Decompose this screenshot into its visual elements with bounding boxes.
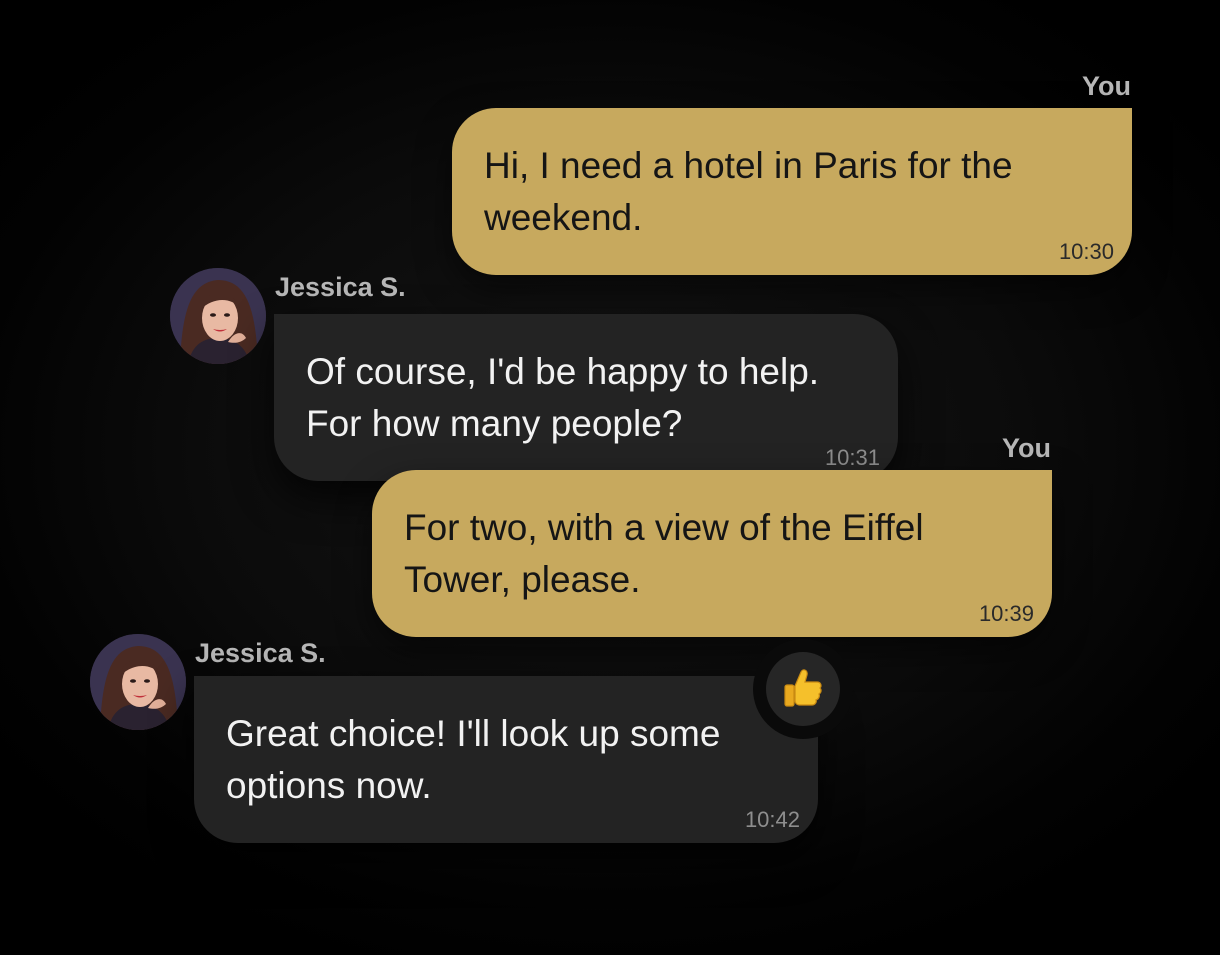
message-timestamp: 10:31 <box>824 445 880 470</box>
message-text: Hi, I need a hotel in Paris for the week… <box>484 145 1013 238</box>
message-sender-label: Jessica S. <box>275 272 406 302</box>
outgoing-message-bubble[interactable]: Hi, I need a hotel in Paris for the week… <box>452 108 1132 275</box>
message-sender-label: You <box>1082 71 1131 101</box>
reaction-badge <box>766 652 840 726</box>
incoming-message-bubble[interactable]: Of course, I'd be happy to help. For how… <box>274 314 898 481</box>
thumbs-up-icon <box>784 669 822 707</box>
message-text: Of course, I'd be happy to help. For how… <box>306 351 820 444</box>
chat-conversation: You Hi, I need a hotel in Paris for the … <box>0 0 1220 955</box>
message-sender-label: Jessica S. <box>195 638 326 668</box>
avatar-photo <box>90 634 186 730</box>
outgoing-message-bubble[interactable]: For two, with a view of the Eiffel Tower… <box>372 470 1052 637</box>
message-sender-label: You <box>1002 433 1051 463</box>
message-timestamp: 10:42 <box>744 807 800 832</box>
contact-avatar[interactable] <box>90 634 186 730</box>
message-text: For two, with a view of the Eiffel Tower… <box>404 507 924 600</box>
message-text: Great choice! I'll look up some options … <box>226 713 721 806</box>
message-timestamp: 10:30 <box>1058 239 1114 264</box>
message-timestamp: 10:39 <box>978 601 1034 626</box>
incoming-message-bubble[interactable]: Great choice! I'll look up some options … <box>194 676 818 843</box>
avatar-photo <box>170 268 266 364</box>
contact-avatar[interactable] <box>170 268 266 364</box>
message-reaction[interactable] <box>753 639 853 739</box>
